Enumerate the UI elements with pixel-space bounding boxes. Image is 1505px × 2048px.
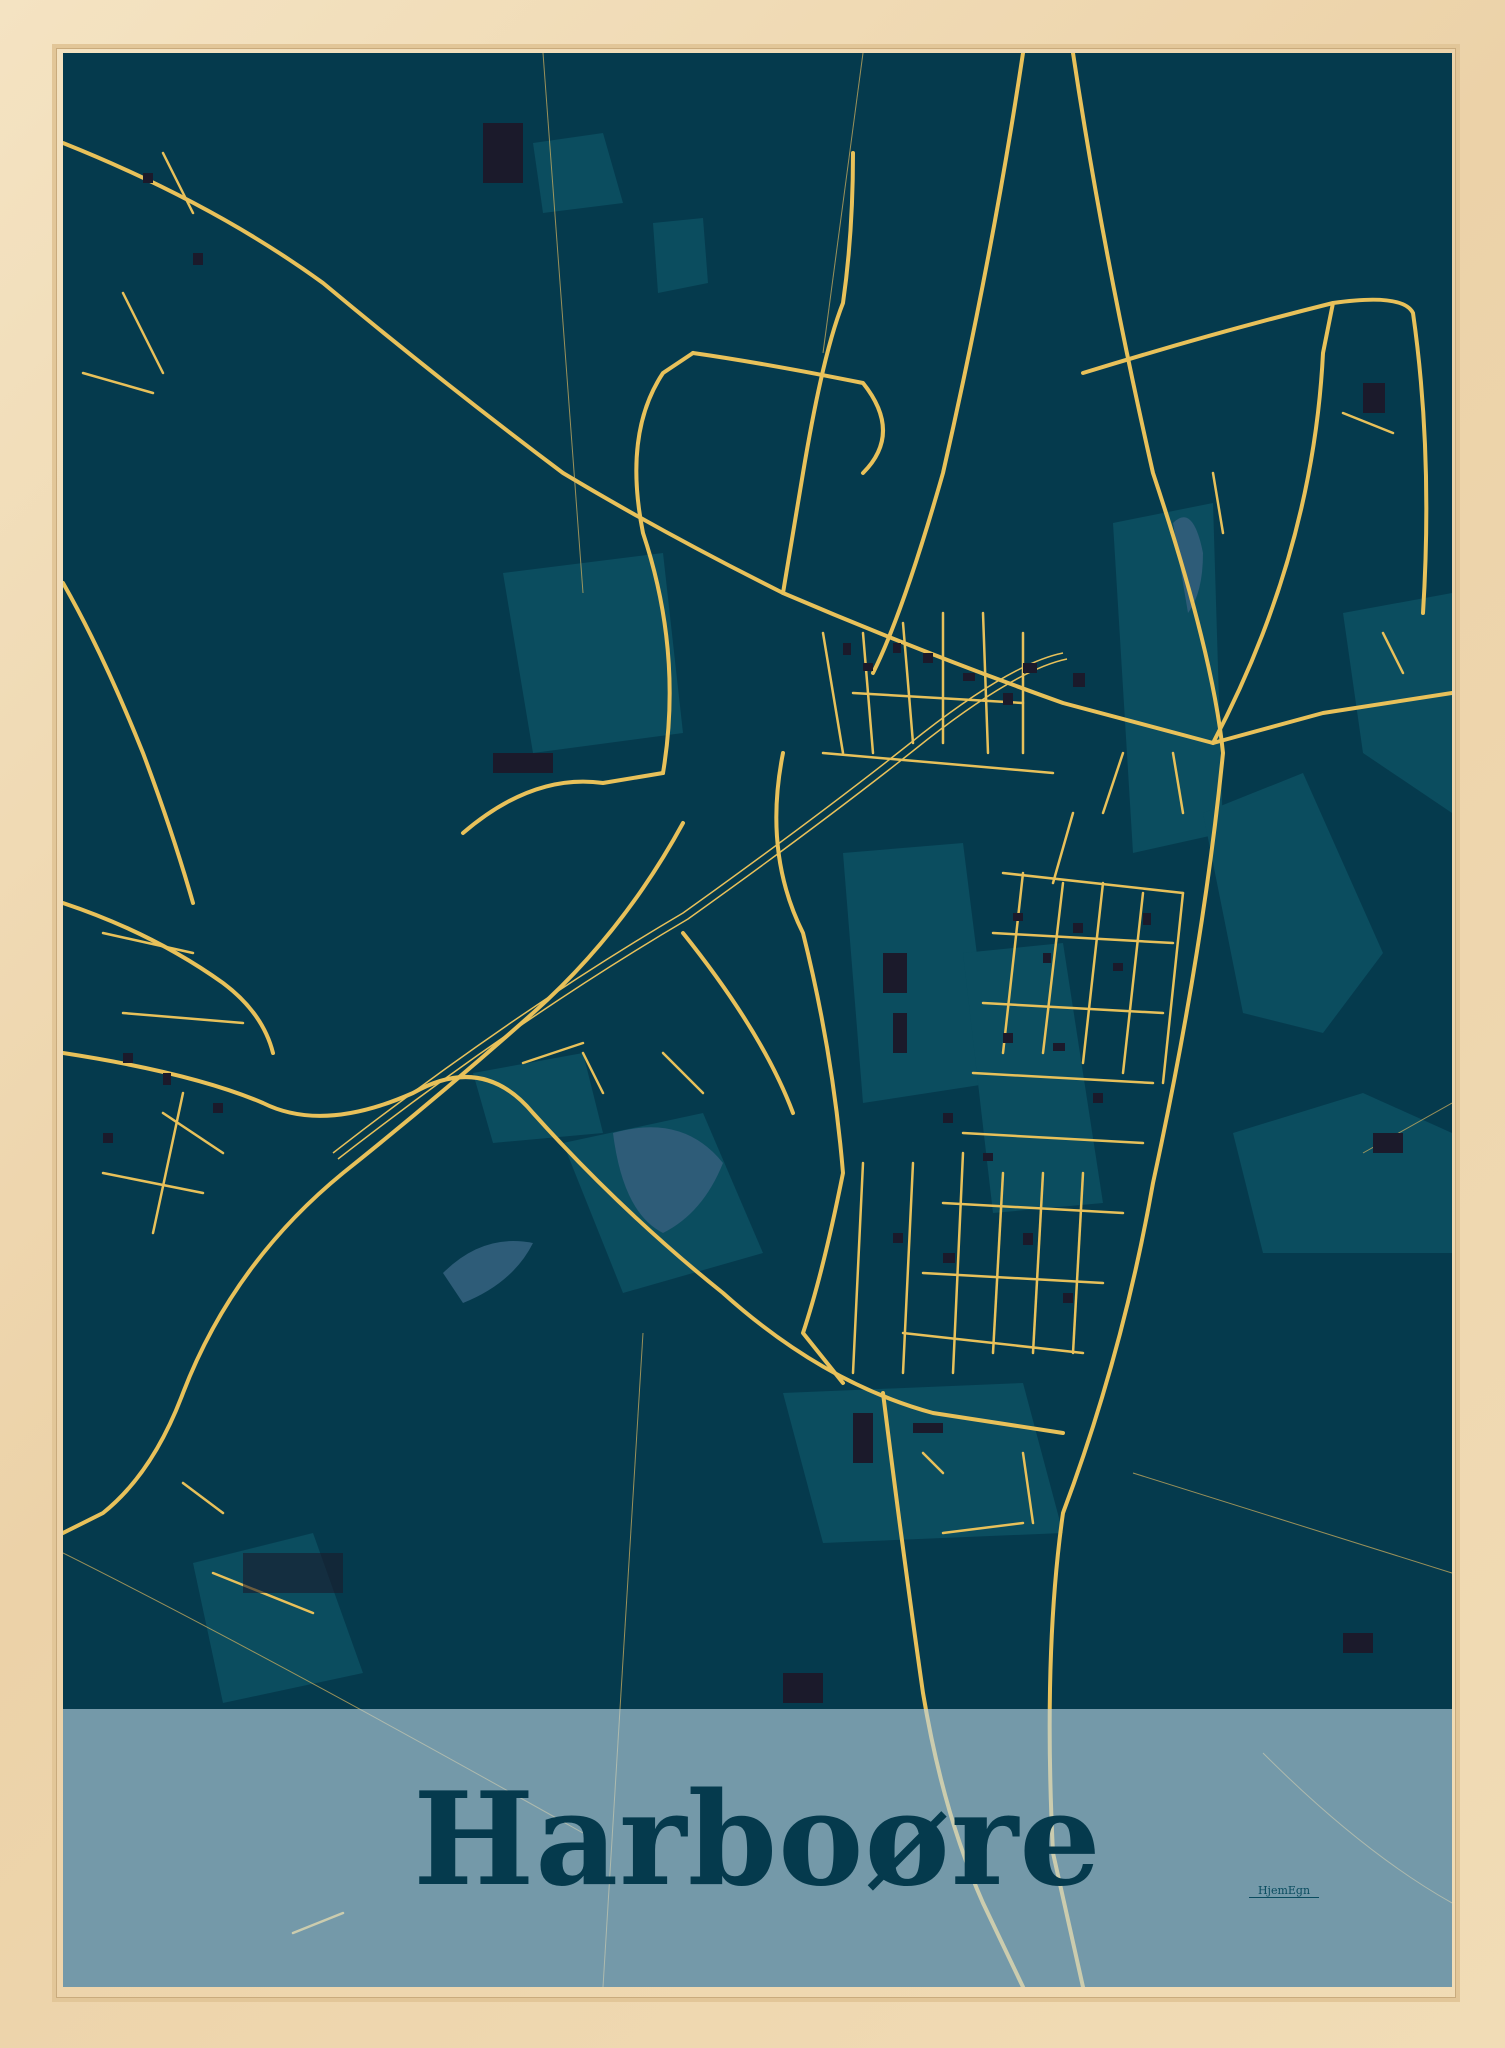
street-map	[63, 53, 1452, 1987]
paths	[63, 53, 1452, 1987]
buildings	[103, 123, 1403, 1703]
map-poster: Harboøre HjemEgn	[63, 53, 1452, 1987]
major-roads	[63, 53, 1452, 1987]
brand-logo: HjemEgn	[1249, 1885, 1319, 1898]
poster-title: Harboøre	[413, 1765, 1102, 1915]
